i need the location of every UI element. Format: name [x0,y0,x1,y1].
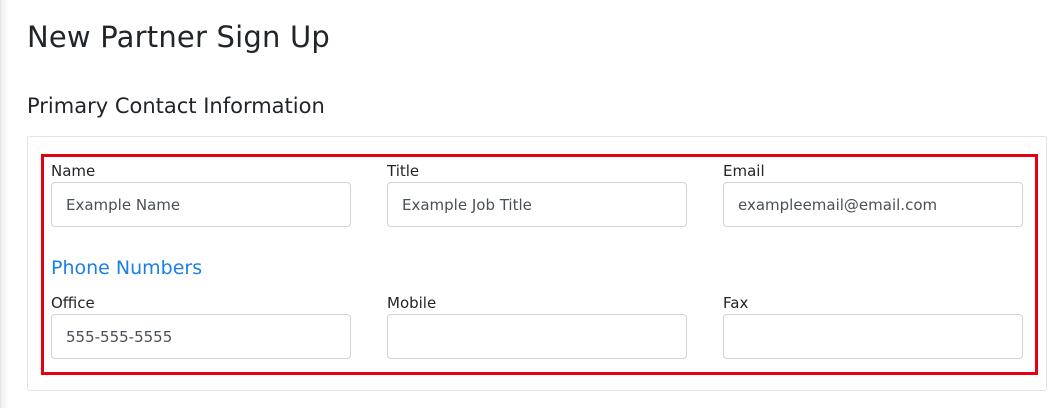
section-title: Primary Contact Information [27,94,325,118]
page-edge-shadow [1,0,9,408]
page-title: New Partner Sign Up [27,20,330,54]
sign-up-page: New Partner Sign Up Primary Contact Info… [0,0,1053,408]
highlight-box [41,154,1038,375]
